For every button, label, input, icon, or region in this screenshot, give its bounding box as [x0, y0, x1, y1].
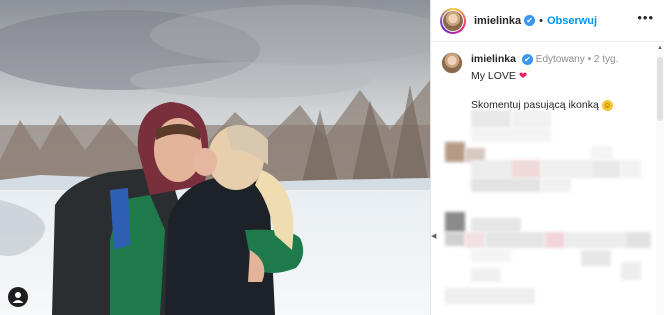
couple-winter-photo — [0, 0, 430, 315]
post-photo[interactable] — [0, 0, 430, 315]
post-side-panel: imielinka ✔ • Obserwuj ••• imielinka ✔ E… — [430, 0, 664, 315]
caption-line-1: My LOVE ❤ — [471, 70, 528, 82]
smile-emoji-icon: ☺ — [601, 100, 613, 111]
verified-badge-icon: ✔ — [521, 54, 533, 65]
follow-button[interactable]: Obserwuj — [547, 15, 597, 27]
story-ring-avatar[interactable] — [440, 7, 466, 34]
edited-label: Edytowany — [535, 54, 585, 65]
separator-dot: • — [539, 14, 543, 27]
more-options-icon[interactable]: ••• — [637, 11, 654, 24]
verified-badge-icon: ✔ — [524, 15, 536, 26]
user-tag-icon[interactable] — [8, 287, 28, 307]
caption-avatar[interactable] — [441, 52, 463, 74]
post-header: imielinka ✔ • Obserwuj ••• — [431, 0, 664, 42]
heart-emoji-icon: ❤ — [518, 71, 528, 82]
header-username[interactable]: imielinka — [474, 15, 521, 27]
caption-username[interactable]: imielinka — [471, 53, 516, 65]
scroll-up-icon[interactable]: ▲ — [656, 45, 664, 51]
scrollbar[interactable]: ▲ — [656, 43, 664, 315]
caption: imielinka ✔ Edytowany • 2 tyg. My LOVE ❤… — [441, 52, 655, 112]
avatar — [443, 10, 463, 31]
scroll-left-icon[interactable]: ◀ — [431, 232, 436, 240]
scrollbar-thumb[interactable] — [657, 57, 663, 121]
post-age[interactable]: 2 tyg. — [594, 54, 618, 65]
